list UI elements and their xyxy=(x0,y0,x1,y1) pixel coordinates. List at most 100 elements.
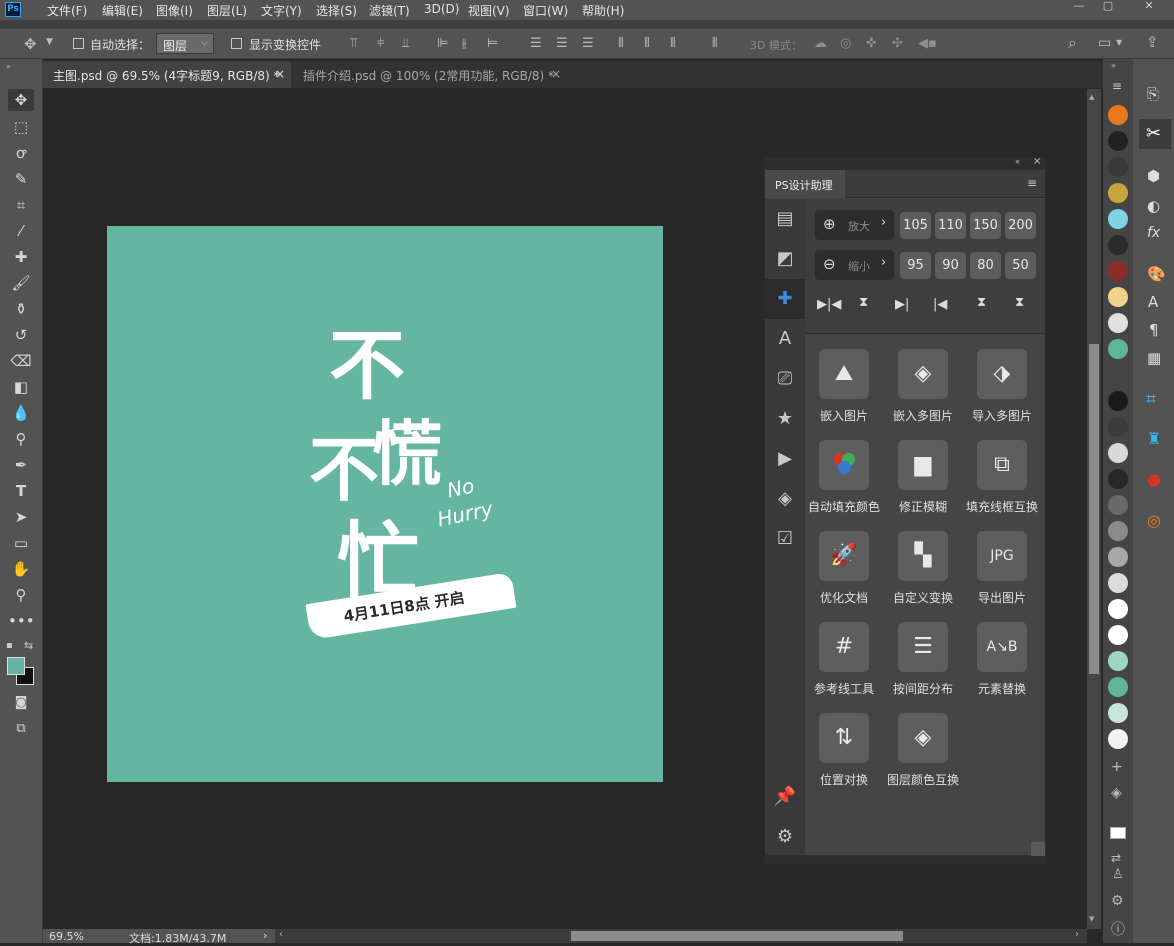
pen-tool-icon[interactable]: ✒ xyxy=(8,454,34,476)
minimize-icon[interactable]: — xyxy=(1066,0,1092,14)
color-swatch[interactable] xyxy=(1108,131,1128,151)
default-colors-icon[interactable]: ◾ xyxy=(6,641,13,651)
3d-roll-icon[interactable]: ◎ xyxy=(840,37,851,50)
figure-icon[interactable]: ♙ xyxy=(1112,867,1124,882)
func-auto-fill-color[interactable]: 自动填充颜色 xyxy=(805,440,883,530)
auto-select-checkbox[interactable] xyxy=(73,38,84,49)
puzzle-icon[interactable]: ✚ xyxy=(765,279,805,319)
flip-horizontal-icon[interactable]: ▶|◀ xyxy=(817,297,841,312)
hand-tool-icon[interactable]: ✋ xyxy=(8,558,34,580)
func-custom-transform[interactable]: ▚ 自定义变换 xyxy=(884,531,962,621)
vertical-scrollbar[interactable]: ▲ ▼ xyxy=(1087,89,1101,929)
color-swatch[interactable] xyxy=(1108,547,1128,567)
scroll-right-icon[interactable]: › xyxy=(1075,929,1079,940)
color-swatch[interactable] xyxy=(1108,183,1128,203)
collapse-icon[interactable]: « xyxy=(1015,157,1020,166)
gradient-tool-icon[interactable]: ◧ xyxy=(8,376,34,398)
tab-close-icon[interactable]: × xyxy=(275,67,285,81)
history-panel-icon[interactable]: ⎘ xyxy=(1147,85,1159,103)
guides-plugin-icon[interactable]: ⌗ xyxy=(1146,389,1156,410)
func-position-swap[interactable]: ⇅ 位置对换 xyxy=(805,713,883,803)
no-color-icon[interactable] xyxy=(1110,827,1126,839)
align-hcenter-icon[interactable]: ⫲ xyxy=(462,37,466,50)
hscroll-thumb[interactable] xyxy=(571,931,903,941)
color-swatch[interactable] xyxy=(1108,105,1128,125)
panel-menu-icon[interactable]: ≡ xyxy=(1027,176,1037,190)
close-icon[interactable]: × xyxy=(1033,156,1041,167)
layers-icon[interactable]: ◈ xyxy=(1111,785,1122,801)
menu-type[interactable]: 文字(Y) xyxy=(261,2,302,19)
panel-resize-bar[interactable] xyxy=(765,855,1045,863)
zoom-in-150[interactable]: 150 xyxy=(970,212,1001,239)
quick-select-icon[interactable]: ✎ xyxy=(8,168,34,190)
menu-3d[interactable]: 3D(D) xyxy=(424,2,459,16)
document-canvas[interactable]: 不 不 慌 忙 No Hurry 4月11日8点 开启 xyxy=(107,226,663,782)
3d-scale-icon[interactable]: ◀▪ xyxy=(918,37,937,50)
3d-slide-icon[interactable]: ✣ xyxy=(892,37,903,50)
font-search-icon[interactable]: ⎚ xyxy=(765,359,805,399)
distribute-hcenter-icon[interactable]: ⦀ xyxy=(644,37,650,50)
auto-select-dropdown[interactable]: 图层 ⌵ xyxy=(156,33,214,54)
foreground-color[interactable] xyxy=(7,657,25,675)
distribute-bottom-icon[interactable]: ☰ xyxy=(582,37,594,50)
fx-icon[interactable]: fx xyxy=(1147,225,1160,241)
add-swatch-icon[interactable]: + xyxy=(1111,759,1123,775)
status-menu-arrow[interactable]: › xyxy=(263,929,267,942)
color-swatch[interactable] xyxy=(1108,391,1128,411)
maximize-icon[interactable]: ▢ xyxy=(1095,0,1121,14)
scroll-up-icon[interactable]: ▲ xyxy=(1089,93,1094,101)
tab-close-icon[interactable]: × xyxy=(551,67,561,81)
color-swatch[interactable] xyxy=(1108,677,1128,697)
align-vertical-reverse-icon[interactable]: ⧗ xyxy=(1015,295,1024,310)
color-swatch[interactable] xyxy=(1108,209,1128,229)
red-plugin-icon[interactable]: ⬣ xyxy=(1147,471,1161,490)
menu-view[interactable]: 视图(V) xyxy=(468,2,510,19)
collapse-icon[interactable]: » xyxy=(6,62,11,71)
settings-icon[interactable]: ⚙ xyxy=(1111,893,1124,909)
zoom-in-200[interactable]: 200 xyxy=(1005,212,1036,239)
chevron-down-icon[interactable]: ▼ xyxy=(46,38,53,47)
color-swatch[interactable] xyxy=(1108,703,1128,723)
color-swatch[interactable] xyxy=(1108,261,1128,281)
menu-filter[interactable]: 滤镜(T) xyxy=(369,2,410,19)
flip-vertical-icon[interactable]: ⧗ xyxy=(859,295,868,310)
search-icon[interactable]: ⌕ xyxy=(1068,35,1077,51)
eyedropper-icon[interactable]: ⁄ xyxy=(8,220,34,242)
color-swatch[interactable] xyxy=(1108,157,1128,177)
color-swatch[interactable] xyxy=(1108,573,1128,593)
menu-window[interactable]: 窗口(W) xyxy=(523,2,568,19)
menu-file[interactable]: 文件(F) xyxy=(47,2,87,19)
type-tool-icon[interactable]: T xyxy=(8,480,34,502)
func-export-image[interactable]: JPG 导出图片 xyxy=(963,531,1041,621)
close-icon[interactable]: ✕ xyxy=(1124,0,1174,14)
tab-main-psd[interactable]: 主图.psd @ 69.5% (4字标题9, RGB/8) * × xyxy=(43,61,291,88)
star-icon[interactable]: ★ xyxy=(765,399,805,439)
share-icon[interactable]: ⇪ xyxy=(1146,35,1159,50)
zoom-out-95[interactable]: 95 xyxy=(900,252,931,279)
table-icon[interactable]: ▦ xyxy=(1147,349,1161,367)
workspace-icon[interactable]: ▭ xyxy=(1098,36,1111,50)
move-tool-preset-icon[interactable]: ✥ xyxy=(24,37,37,52)
show-transform-checkbox[interactable] xyxy=(231,38,242,49)
swap-colors-icon[interactable]: ⇆ xyxy=(24,639,33,652)
zoom-level[interactable]: 69.5% xyxy=(49,930,84,943)
func-optimize-doc[interactable]: 🚀 优化文档 xyxy=(805,531,883,621)
menu-help[interactable]: 帮助(H) xyxy=(582,2,624,19)
scroll-down-icon[interactable]: ▼ xyxy=(1089,915,1094,923)
shapes-icon[interactable]: ◩ xyxy=(765,239,805,279)
zoom-out-90[interactable]: 90 xyxy=(935,252,966,279)
palette-icon[interactable]: 🎨 xyxy=(1147,265,1166,283)
scroll-left-icon[interactable]: ‹ xyxy=(279,929,283,940)
tab-plugin-intro-psd[interactable]: 插件介绍.psd @ 100% (2常用功能, RGB/8) * × xyxy=(293,61,571,88)
eraser-tool-icon[interactable]: ⌫ xyxy=(8,350,34,372)
3d-orbit-icon[interactable]: ☁ xyxy=(814,37,827,50)
brush-tool-icon[interactable]: 🖌 xyxy=(8,272,34,294)
adjustments-icon[interactable]: ◐ xyxy=(1147,197,1160,215)
func-layer-color-swap[interactable]: ◈ 图层颜色互换 xyxy=(884,713,962,803)
func-guide-tool[interactable]: # 参考线工具 xyxy=(805,622,883,712)
align-vcenter-icon[interactable]: ⫩ xyxy=(377,37,384,50)
zoom-out-control[interactable]: ⊖ 缩小 › xyxy=(815,250,894,280)
resize-grip-icon[interactable] xyxy=(1031,842,1045,856)
func-embed-image[interactable]: ⛰ 嵌入图片 xyxy=(805,349,883,439)
zoom-tool-icon[interactable]: ⚲ xyxy=(8,584,34,606)
